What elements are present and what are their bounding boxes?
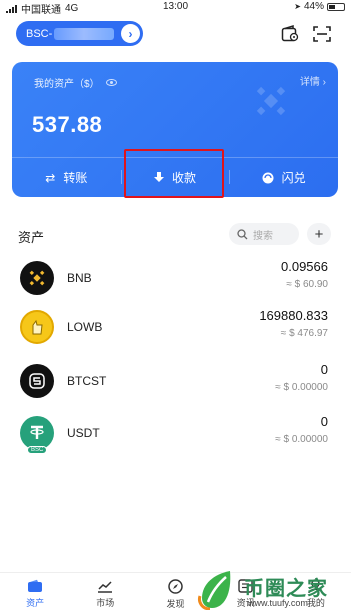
compass-icon bbox=[168, 579, 183, 594]
details-link-label: 详情 bbox=[299, 77, 320, 88]
chevron-right-icon: › bbox=[121, 24, 140, 43]
asset-row-lowb[interactable]: LOWB 169880.833 ≈ $ 476.97 bbox=[0, 304, 351, 352]
asset-symbol: BNB bbox=[67, 271, 92, 285]
battery-percent: 44% bbox=[303, 1, 324, 12]
wallet-name: BSC- bbox=[26, 27, 53, 40]
wallet-manage-icon[interactable] bbox=[280, 24, 300, 44]
asset-fiat-value: ≈ $ 0.00000 bbox=[275, 434, 328, 445]
btcst-logo-icon bbox=[20, 364, 54, 398]
bnb-logo-icon bbox=[20, 261, 54, 295]
add-asset-button[interactable]: + bbox=[307, 223, 331, 245]
swap-label: 闪兑 bbox=[281, 171, 306, 185]
watermark-url: www.tuufy.com bbox=[248, 598, 308, 608]
asset-fiat-value: ≈ $ 60.90 bbox=[286, 279, 328, 290]
tab-label: 发现 bbox=[166, 599, 185, 609]
watermark-logo-icon bbox=[198, 571, 231, 610]
site-watermark: 币圈之家 www.tuufy.com bbox=[196, 568, 346, 612]
lowb-logo-icon bbox=[20, 310, 54, 344]
bnb-watermark-icon bbox=[256, 86, 286, 116]
asset-balance: 169880.833 bbox=[259, 308, 328, 323]
asset-balance: 0 bbox=[320, 362, 328, 377]
receive-highlight-box bbox=[124, 149, 224, 198]
usdt-logo-icon bbox=[20, 416, 54, 450]
search-placeholder: 搜索 bbox=[253, 230, 273, 242]
transfer-label: 转账 bbox=[63, 171, 88, 185]
watermark-brand: 币圈之家 bbox=[244, 578, 328, 600]
asset-fiat-value: ≈ $ 476.97 bbox=[280, 328, 328, 339]
asset-symbol: BTCST bbox=[67, 374, 107, 388]
total-balance: 537.88 bbox=[32, 112, 103, 137]
usdt-network-badge: BSC bbox=[27, 446, 48, 454]
asset-row-bnb[interactable]: BNB 0.09566 ≈ $ 60.90 bbox=[0, 255, 351, 303]
asset-row-usdt[interactable]: BSC USDT 0 ≈ $ 0.00000 bbox=[0, 410, 351, 458]
search-icon bbox=[237, 228, 248, 239]
scan-icon[interactable] bbox=[312, 24, 332, 44]
transfer-icon: ⇄ bbox=[45, 170, 56, 185]
wallet-icon bbox=[28, 579, 43, 592]
asset-symbol: USDT bbox=[67, 426, 100, 440]
tab-label: 资产 bbox=[26, 598, 45, 608]
asset-balance: 0.09566 bbox=[281, 259, 328, 274]
asset-balance: 0 bbox=[320, 414, 328, 429]
assets-title: 资产 bbox=[18, 230, 45, 245]
swap-icon bbox=[262, 172, 274, 183]
asset-symbol: LOWB bbox=[67, 320, 103, 334]
chart-icon bbox=[98, 581, 113, 593]
transfer-button[interactable]: ⇄ 转账 bbox=[12, 158, 121, 197]
tab-market[interactable]: 市场 bbox=[70, 573, 140, 615]
tab-label: 市场 bbox=[96, 598, 115, 608]
asset-label-text: 我的资产（$） bbox=[34, 79, 100, 90]
location-icon: ➤ bbox=[294, 2, 301, 11]
plus-icon: + bbox=[314, 225, 324, 243]
asset-search-input[interactable]: 搜索 bbox=[229, 223, 299, 245]
asset-row-btcst[interactable]: BTCST 0 ≈ $ 0.00000 bbox=[0, 358, 351, 406]
swap-button[interactable]: 闪兑 bbox=[229, 158, 338, 197]
eye-icon[interactable] bbox=[105, 79, 117, 86]
status-bar: 中国联通 4G 13:00 ➤ 44% bbox=[0, 0, 351, 16]
tab-assets[interactable]: 资产 bbox=[0, 573, 70, 615]
details-link[interactable]: 详情 › bbox=[300, 73, 326, 88]
asset-label: 我的资产（$） bbox=[34, 75, 117, 90]
asset-fiat-value: ≈ $ 0.00000 bbox=[275, 382, 328, 393]
wallet-selector[interactable]: BSC- › bbox=[16, 21, 143, 46]
wallet-home-screen: 中国联通 4G 13:00 ➤ 44% BSC- › 我的资产（$） 详情 › bbox=[0, 0, 351, 615]
wallet-address-blur bbox=[54, 27, 115, 40]
battery-icon bbox=[327, 2, 345, 11]
